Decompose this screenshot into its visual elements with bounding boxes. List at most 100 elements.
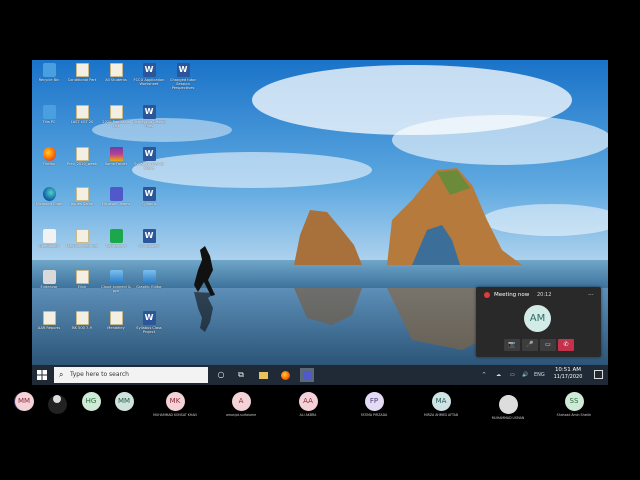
hang-up-button[interactable]: ✆ bbox=[558, 339, 574, 351]
language-indicator[interactable]: ENG bbox=[534, 370, 545, 380]
desktop-icon[interactable]: Elixir bbox=[65, 270, 99, 289]
task-view-icon[interactable]: ⧉ bbox=[234, 368, 248, 382]
desktop-icon-label: 2020 Proposals List bbox=[102, 120, 130, 129]
desktop-icon[interactable]: CI Glossary bbox=[132, 229, 166, 248]
desktop-icon[interactable]: Mendeley bbox=[99, 311, 133, 330]
desktop-icon[interactable]: This PC bbox=[32, 105, 66, 124]
desktop-icon[interactable]: Displays to Design Files bbox=[132, 105, 166, 128]
teams-taskbar-icon[interactable] bbox=[300, 368, 314, 382]
participant-tile[interactable]: SS Shahzad Amin Sheikh bbox=[542, 392, 606, 418]
file-icon bbox=[42, 311, 56, 325]
desktop-icon[interactable]: Recycle Bin bbox=[32, 63, 66, 82]
search-icon: ⌕ bbox=[59, 370, 64, 379]
volume-icon[interactable]: 🔊 bbox=[522, 370, 528, 380]
desktop-icon[interactable]: Endeavor bbox=[32, 270, 66, 289]
participant-name: MUHAMMAD KONSAT KHAN bbox=[153, 413, 197, 417]
participant-tile[interactable]: FP FATIMA PIRZADA bbox=[342, 392, 406, 418]
file-icon bbox=[75, 229, 89, 243]
desktop-icon[interactable]: Some Folder bbox=[99, 147, 133, 166]
participant-avatar: A bbox=[231, 392, 251, 411]
notification-center-icon[interactable] bbox=[594, 370, 603, 379]
participant-tile[interactable]: Aamanjot.surfaiome bbox=[209, 392, 273, 418]
desktop-icon[interactable]: All Students bbox=[99, 63, 133, 82]
desktop-icon[interactable]: BK 500 7-9 bbox=[65, 311, 99, 330]
clock-time: 10:51 AM bbox=[554, 367, 582, 373]
onedrive-icon[interactable]: ☁ bbox=[496, 370, 501, 380]
camera-toggle-button[interactable]: 📷 bbox=[504, 339, 520, 351]
desktop-icon-label: FCCU Application Worksheet bbox=[133, 78, 165, 87]
taskbar-clock[interactable]: 10:51 AM 11/17/2020 bbox=[546, 367, 590, 381]
desktop-icon[interactable]: Syllabus Class Project bbox=[132, 311, 166, 334]
desktop-icon-label: Changed tutor Session Perspectives bbox=[170, 78, 196, 91]
cloud-icon bbox=[142, 270, 156, 284]
participant-avatar: MA bbox=[431, 392, 451, 411]
participant-name: ALI AKBRA bbox=[299, 413, 317, 417]
word-icon bbox=[142, 105, 156, 119]
desktop-icon[interactable]: Syllabus bbox=[132, 187, 166, 206]
participant-tile[interactable]: MA MIRZA AHMED AFTAB bbox=[409, 392, 473, 418]
recording-indicator-icon bbox=[484, 292, 490, 298]
desktop-icon[interactable]: FCCU Application Worksheet bbox=[132, 63, 166, 86]
desktop-icon-label: Recycle Bin bbox=[38, 78, 60, 82]
taskbar-search-box[interactable]: ⌕ Type here to search bbox=[54, 367, 208, 383]
meeting-status: Meeting now bbox=[494, 292, 530, 298]
desktop-icon-label: Microsoft Teams bbox=[101, 202, 131, 206]
search-placeholder: Type here to search bbox=[70, 371, 129, 378]
desktop-icon[interactable]: Microsoft Edge bbox=[32, 187, 66, 206]
desktop-icon-label: LAST LOT 20 bbox=[70, 120, 94, 124]
desktop-icon-label: CI Glossary bbox=[138, 244, 160, 248]
participant-avatar: FP bbox=[364, 392, 384, 411]
cloud-icon bbox=[109, 270, 123, 284]
desktop-icon[interactable]: Machine Learning bbox=[65, 229, 99, 248]
folder-icon bbox=[75, 105, 89, 119]
desktop-icon[interactable]: Microsoft Teams bbox=[99, 187, 133, 206]
word-icon bbox=[176, 63, 190, 77]
cortana-icon[interactable]: ○ bbox=[214, 368, 228, 382]
desktop-icon[interactable]: Camtasia 9 bbox=[99, 229, 133, 248]
desktop-icon-label: OpenBoard bbox=[38, 244, 60, 248]
desktop-icon-label: Camtasia 9 bbox=[105, 244, 127, 248]
participant-tile[interactable]: AA ALI AKBRA bbox=[276, 392, 340, 418]
desktop-icon[interactable]: Changed tutor Session Perspectives bbox=[166, 63, 200, 91]
teams-meeting-widget[interactable]: Meeting now 20:12 ... AM 📷 🎤 ▭ ✆ bbox=[476, 287, 601, 357]
desktop-icon-label: Microsoft Edge bbox=[35, 202, 63, 206]
desktop-icon-label: Cloud connect & ppt bbox=[101, 285, 131, 294]
file-explorer-icon[interactable] bbox=[256, 368, 270, 382]
word-icon bbox=[142, 63, 156, 77]
word-icon bbox=[142, 311, 156, 325]
participant-name: MUHAMMAD USMAN bbox=[491, 416, 525, 420]
desktop-icon[interactable]: LAST LOT 20 bbox=[65, 105, 99, 124]
desktop-icon[interactable]: Cloud connect & ppt bbox=[99, 270, 133, 293]
desktop-icon-label: Machine Learning bbox=[66, 244, 98, 248]
desktop-icon-label: Mendeley bbox=[107, 326, 125, 330]
desktop-icon[interactable]: AAR Reports bbox=[32, 311, 66, 330]
participant-name: amanjot.surfaiome bbox=[225, 413, 257, 417]
desktop-icon[interactable]: Syllabus Final all scope bbox=[132, 147, 166, 170]
desktop-icon-label: All Students bbox=[105, 78, 127, 82]
desktop-icon[interactable]: Graphic Editor bbox=[132, 270, 166, 289]
desktop-icon[interactable]: 2020 Proposals List bbox=[99, 105, 133, 128]
desktop-icon[interactable]: OpenBoard bbox=[32, 229, 66, 248]
desktop-icon-label: BK 500 7-9 bbox=[72, 326, 92, 330]
more-options-button[interactable]: ... bbox=[588, 290, 594, 298]
desktop-icon-label: Conditional Part bbox=[67, 78, 97, 82]
share-screen-button[interactable]: ▭ bbox=[540, 339, 556, 351]
recycle-bin-icon bbox=[42, 63, 56, 77]
desktop-icon[interactable]: Prev_2020_week bbox=[65, 147, 99, 166]
battery-icon[interactable]: ▭ bbox=[510, 370, 515, 380]
firefox-taskbar-icon[interactable] bbox=[278, 368, 292, 382]
tray-expand-icon[interactable]: ^ bbox=[482, 370, 486, 380]
windows-start-icon[interactable] bbox=[37, 370, 47, 380]
desktop-icon[interactable]: Firefox bbox=[32, 147, 66, 166]
participant-tile[interactable]: MUHAMMAD USMAN bbox=[476, 392, 540, 421]
participant-name: FATIMA PIRZADA bbox=[360, 413, 388, 417]
participant-name: MIRZA AHMED AFTAB bbox=[423, 413, 459, 417]
chat-icon bbox=[42, 229, 56, 243]
participant-avatar: SS bbox=[564, 392, 584, 411]
microphone-toggle-button[interactable]: 🎤 bbox=[522, 339, 538, 351]
participant-tile[interactable]: MK MUHAMMAD KONSAT KHAN bbox=[143, 392, 207, 418]
desktop-icon-label: Syllabus bbox=[141, 202, 157, 206]
desktop-icon[interactable]: Issues Safari bbox=[65, 187, 99, 206]
desktop-icon[interactable]: Conditional Part bbox=[65, 63, 99, 82]
desktop-icon-label: Prev_2020_week bbox=[66, 162, 98, 166]
